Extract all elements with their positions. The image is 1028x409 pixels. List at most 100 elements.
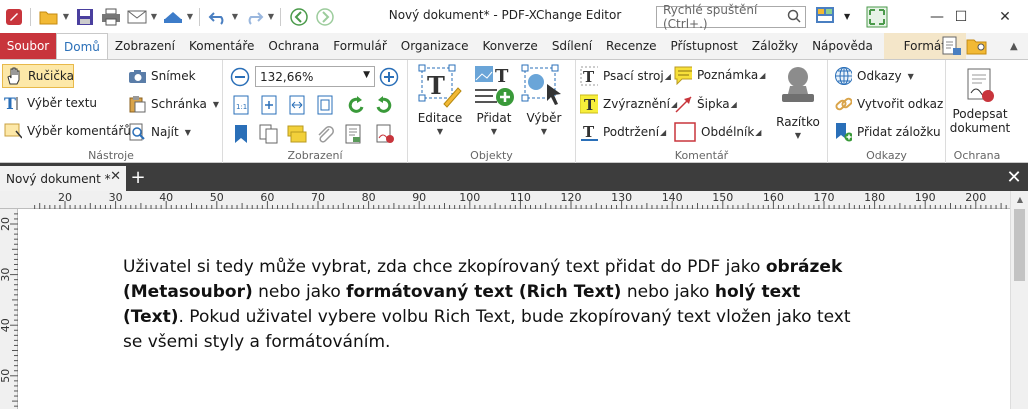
chevron-down-icon: ◢	[759, 70, 766, 80]
scan-icon[interactable]	[161, 6, 185, 28]
underline-icon: T	[580, 123, 598, 141]
tab-home[interactable]: Domů	[56, 33, 108, 59]
select-text-label: Výběr textu	[27, 96, 98, 110]
signatures-icon[interactable]	[375, 124, 395, 144]
tab-bookmarks[interactable]: Záložky	[745, 33, 805, 59]
select-objects-button[interactable]: Výběr ▼	[518, 64, 570, 139]
rotate-right-icon[interactable]	[373, 95, 393, 115]
rectangle-button[interactable]: Obdélník ◢	[674, 122, 761, 142]
svg-text:T: T	[584, 96, 596, 114]
zoom-out-icon[interactable]	[230, 67, 250, 87]
fit-width-icon[interactable]	[287, 95, 307, 115]
tab-comments[interactable]: Komentáře	[182, 33, 261, 59]
pages-icon[interactable]	[259, 124, 279, 144]
add-object-icon: T	[471, 64, 517, 111]
document-properties-icon[interactable]	[940, 36, 962, 59]
back-icon[interactable]	[287, 6, 311, 28]
clipboard-button[interactable]: Schránka ▼	[128, 95, 219, 113]
fit-visible-icon[interactable]	[315, 95, 335, 115]
add-bookmark-label: Přidat záložku	[857, 125, 941, 139]
tab-help[interactable]: Nápověda	[805, 33, 880, 59]
find-button[interactable]: Najít ▼	[128, 123, 191, 141]
links-button[interactable]: Odkazy ▼	[834, 67, 914, 85]
comments-icon[interactable]	[287, 124, 307, 144]
quick-access-toolbar: ▼ ▼ ▼ ▼ ▼	[0, 0, 337, 33]
find-folder-icon[interactable]	[966, 36, 990, 59]
fit-page-icon[interactable]	[259, 95, 279, 115]
tab-form[interactable]: Formulář	[326, 33, 393, 59]
redo-icon[interactable]	[242, 6, 266, 28]
typewriter-button[interactable]: T Psací stroj ◢	[580, 66, 671, 86]
highlight-button[interactable]: T Zvýraznění ◢	[580, 94, 677, 114]
undo-icon[interactable]	[206, 6, 230, 28]
chevron-down-icon[interactable]: ▼	[61, 12, 71, 21]
quick-launch-input[interactable]: Rychlé spuštění (Ctrl+.)	[656, 3, 806, 31]
zoom-in-icon[interactable]	[379, 67, 399, 87]
ui-options-icon[interactable]	[815, 6, 841, 29]
ruler-tick-label: 100	[459, 191, 480, 204]
highlight-label: Zvýraznění	[603, 97, 670, 111]
document-page[interactable]: Uživatel si tedy může vybrat, zda chce z…	[19, 209, 1009, 409]
create-link-button[interactable]: Vytvořit odkaz	[834, 95, 943, 113]
tab-share[interactable]: Sdílení	[545, 33, 599, 59]
maximize-button[interactable]: ☐	[938, 0, 984, 33]
hand-tool-button[interactable]: Ručička	[2, 64, 74, 88]
open-folder-icon[interactable]	[37, 6, 61, 28]
stamp-icon	[778, 64, 818, 115]
ruler-horizontal-ticks: 20 30 40 50 60 70 80 90 100 110 120 130 140 150 160 170…	[34, 191, 1007, 209]
ribbon-tabs: Soubor Domů Zobrazení Komentáře Ochrana …	[0, 33, 1028, 59]
bookmark-icon[interactable]	[231, 124, 251, 144]
fullscreen-icon[interactable]	[866, 6, 888, 31]
select-text-button[interactable]: T Výběr textu	[4, 94, 97, 112]
close-button[interactable]: ✕	[982, 0, 1028, 33]
note-icon	[674, 66, 692, 85]
ruler-tick-label: 170	[814, 191, 835, 204]
forward-icon[interactable]	[313, 6, 337, 28]
close-tab-icon[interactable]: ✕	[110, 169, 121, 184]
add-bookmark-button[interactable]: Přidat záložku	[834, 123, 941, 142]
document-icon[interactable]	[343, 124, 363, 144]
select-objects-label: Výběr	[526, 111, 562, 125]
camera-icon	[128, 67, 146, 85]
tab-review[interactable]: Recenze	[599, 33, 663, 59]
chevron-down-icon[interactable]: ▼	[844, 12, 850, 21]
chevron-down-icon[interactable]: ▼	[185, 12, 195, 21]
attachment-icon[interactable]	[315, 124, 335, 144]
note-button[interactable]: Poznámka ◢	[674, 66, 766, 85]
zoom-select[interactable]: 132,66% ▼	[255, 66, 375, 87]
edit-button[interactable]: T Editace ▼	[414, 64, 466, 139]
ribbon: Ručička T Výběr textu Výběr komentářů Sn…	[0, 59, 1028, 163]
select-comments-button[interactable]: Výběr komentářů	[4, 122, 131, 140]
ribbon-collapse-icon[interactable]: ▲	[1010, 41, 1018, 52]
links-label: Odkazy	[857, 69, 902, 83]
arrow-button[interactable]: Šipka ◢	[674, 95, 737, 113]
chevron-down-icon[interactable]: ▼	[230, 12, 240, 21]
document-paragraph[interactable]: Uživatel si tedy může vybrat, zda chce z…	[123, 255, 853, 355]
app-logo-icon[interactable]	[2, 6, 26, 28]
stamp-button[interactable]: Razítko ▼	[772, 64, 824, 143]
actual-size-icon[interactable]: 1:1	[231, 95, 251, 115]
tab-convert[interactable]: Konverze	[475, 33, 544, 59]
document-tab-title: Nový dokument *	[6, 171, 111, 186]
snapshot-button[interactable]: Snímek	[128, 67, 196, 85]
chevron-down-icon[interactable]: ▼	[149, 12, 159, 21]
add-button[interactable]: T Přidat ▼	[468, 64, 520, 139]
tab-accessibility[interactable]: Přístupnost	[664, 33, 745, 59]
underline-button[interactable]: T Podtržení ◢	[580, 123, 666, 141]
rotate-left-icon[interactable]	[347, 95, 367, 115]
tab-protect[interactable]: Ochrana	[261, 33, 326, 59]
tab-view[interactable]: Zobrazení	[108, 33, 182, 59]
new-tab-button[interactable]: +	[128, 166, 148, 188]
scroll-thumb[interactable]	[1014, 209, 1025, 281]
chevron-down-icon[interactable]: ▼	[266, 12, 276, 21]
tab-file[interactable]: Soubor	[0, 33, 56, 59]
print-icon[interactable]	[99, 6, 123, 28]
vertical-scrollbar[interactable]: ▲	[1010, 191, 1028, 409]
email-icon[interactable]	[125, 6, 149, 28]
sign-document-button[interactable]: Podepsat dokument	[948, 68, 1012, 135]
scroll-up-icon[interactable]: ▲	[1011, 191, 1028, 207]
tab-organize[interactable]: Organizace	[394, 33, 476, 59]
close-all-icon[interactable]: ✕	[1002, 165, 1026, 189]
document-tab[interactable]: Nový dokument * ✕	[0, 166, 126, 191]
save-icon[interactable]	[73, 6, 97, 28]
